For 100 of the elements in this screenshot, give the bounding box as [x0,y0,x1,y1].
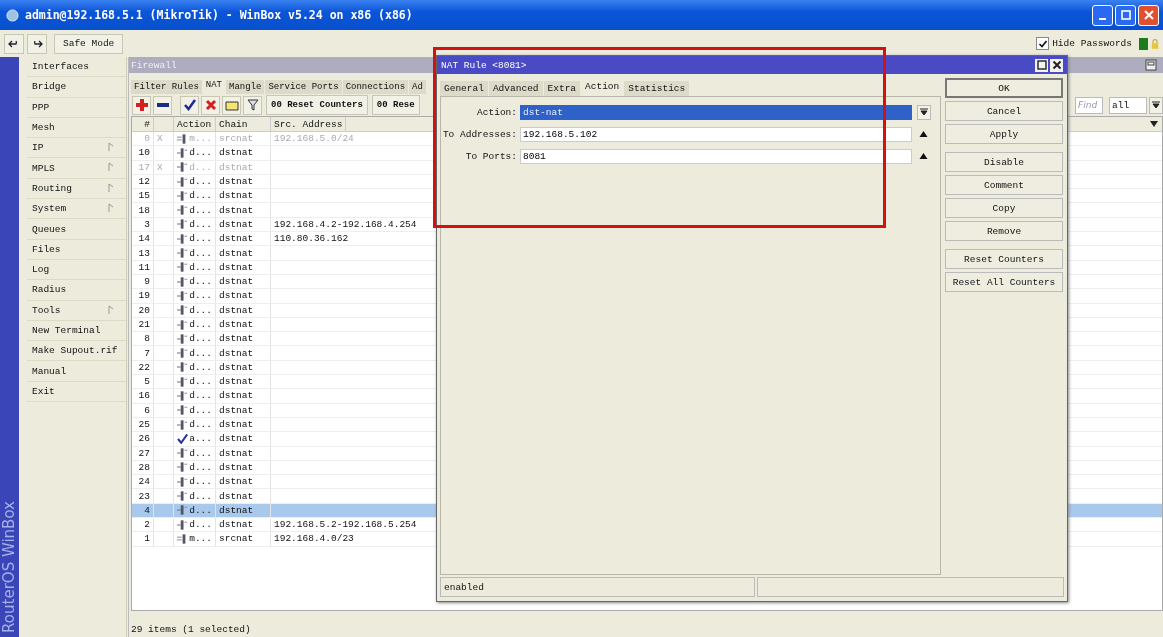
table-cell: dstnat [216,432,271,446]
table-cell: d... [189,461,212,473]
table-cell: d... [189,333,212,345]
dialog-title: NAT Rule <8081> [441,59,527,71]
minimize-button[interactable] [1092,4,1113,26]
tab[interactable]: Ad [409,80,426,94]
table-cell: dstnat [216,332,271,346]
table-cell: 17 [132,160,154,174]
table-cell: 8 [132,332,154,346]
column-header[interactable]: Chain [216,117,271,131]
reset-button[interactable]: 00 Rese [371,95,420,115]
sidebar-item[interactable]: Manual [27,361,126,382]
table-cell: d... [189,490,212,502]
dialog-button[interactable]: OK [945,78,1063,98]
column-header[interactable]: Action [174,117,216,131]
dst-nat-icon [177,305,189,316]
disable-button[interactable] [201,95,220,115]
tab[interactable]: Connections [342,80,409,94]
collapse-arrow-icon[interactable] [919,153,928,159]
dialog-button[interactable]: Reset Counters [945,249,1063,269]
window-title: Firewall [131,59,177,71]
sidebar-item[interactable]: Bridge [27,77,126,98]
remove-button[interactable] [153,95,172,115]
reset-counters-button[interactable]: 00 Reset Counters [266,95,368,115]
sidebar-item[interactable]: Radius [27,280,126,301]
table-cell: dstnat [216,203,271,217]
sidebar-item[interactable]: Files [27,239,126,260]
sidebar-item[interactable]: Routing [27,178,126,200]
dst-nat-icon [177,419,189,430]
table-cell: dstnat [216,260,271,274]
redo-button[interactable] [27,33,47,54]
table-cell: d... [189,419,212,431]
tab[interactable]: Mangle [226,80,265,94]
hide-passwords-checkbox[interactable] [1036,37,1050,50]
dialog-button[interactable]: Cancel [945,101,1063,121]
sidebar-item[interactable]: Interfaces [27,57,126,78]
tab[interactable]: Service Ports [265,80,342,94]
dialog-button[interactable]: Reset All Counters [945,272,1063,292]
dropdown-button[interactable] [917,104,931,120]
column-menu-icon[interactable] [1150,121,1158,127]
dialog-button[interactable]: Copy [945,198,1063,218]
maximize-button[interactable] [1115,4,1136,26]
sidebar-item[interactable]: System [27,199,126,220]
sidebar-item[interactable]: Tools [27,300,126,321]
dst-nat-icon [177,505,189,516]
find-field[interactable]: Find [1075,96,1103,114]
plus-icon [135,99,148,111]
table-cell: d... [189,504,212,516]
tab[interactable]: General [440,81,488,96]
tab[interactable]: Filter Rules [131,80,202,94]
dialog-button[interactable]: Comment [945,175,1063,195]
maximize-icon [1119,9,1132,21]
safe-mode-button[interactable]: Safe Mode [54,33,124,54]
maximize-button[interactable] [1035,58,1048,72]
table-cell: d... [189,233,212,245]
table-cell: dstnat [216,303,271,317]
table-cell: dstnat [216,289,271,303]
table-cell: 6 [132,403,154,417]
dialog-button[interactable]: Remove [945,221,1063,241]
sidebar-item[interactable]: Make Supout.rif [27,341,126,362]
sidebar-item[interactable]: PPP [27,97,126,118]
table-cell: 3 [132,217,154,232]
collapse-arrow-icon[interactable] [919,131,928,137]
table-cell-text: 192.168.5.0/24 [273,132,355,146]
sidebar-item[interactable]: Exit [27,381,126,403]
tab[interactable]: Advanced [488,81,543,96]
column-header[interactable]: Src. Address [271,117,347,131]
table-cell: d... [189,447,212,459]
table-cell: 22 [132,360,154,375]
dialog-button[interactable]: Disable [945,152,1063,172]
filter-button[interactable] [243,95,262,115]
table-cell: dstnat [216,389,271,403]
sidebar-item[interactable]: Mesh [27,117,126,139]
table-cell-text: 110.80.36.162 [273,232,350,246]
action-dropdown[interactable]: dst-nat [520,104,912,120]
sidebar-item[interactable]: New Terminal [27,320,126,342]
input-field[interactable]: 192.168.5.102 [520,126,912,142]
sidebar-item[interactable]: IP [27,138,126,159]
sidebar-item[interactable]: Log [27,259,126,281]
sidebar-item[interactable]: Queues [27,219,126,240]
table-cell: 19 [132,289,154,303]
input-field[interactable]: 8081 [520,148,912,164]
status-text: 29 items (1 selected) [131,624,251,635]
undo-button[interactable] [4,33,24,54]
table-cell: dstnat [216,160,271,174]
dropdown-button[interactable] [1149,96,1163,114]
tab[interactable]: Statistics [624,81,690,96]
restore-icon[interactable] [1145,59,1157,71]
table-cell: d... [189,290,212,302]
dialog-button[interactable]: Apply [945,124,1063,144]
comment-button[interactable] [222,95,241,115]
table-cell: d... [189,476,212,488]
column-header[interactable]: # [132,117,154,131]
add-button[interactable] [132,95,151,115]
tab[interactable]: Extra [543,81,581,96]
enable-button[interactable] [180,95,199,115]
sidebar-item[interactable]: MPLS [27,158,126,179]
table-cell: dstnat [216,489,271,503]
filter-dropdown[interactable]: all [1109,96,1147,114]
close-button[interactable] [1050,58,1063,72]
